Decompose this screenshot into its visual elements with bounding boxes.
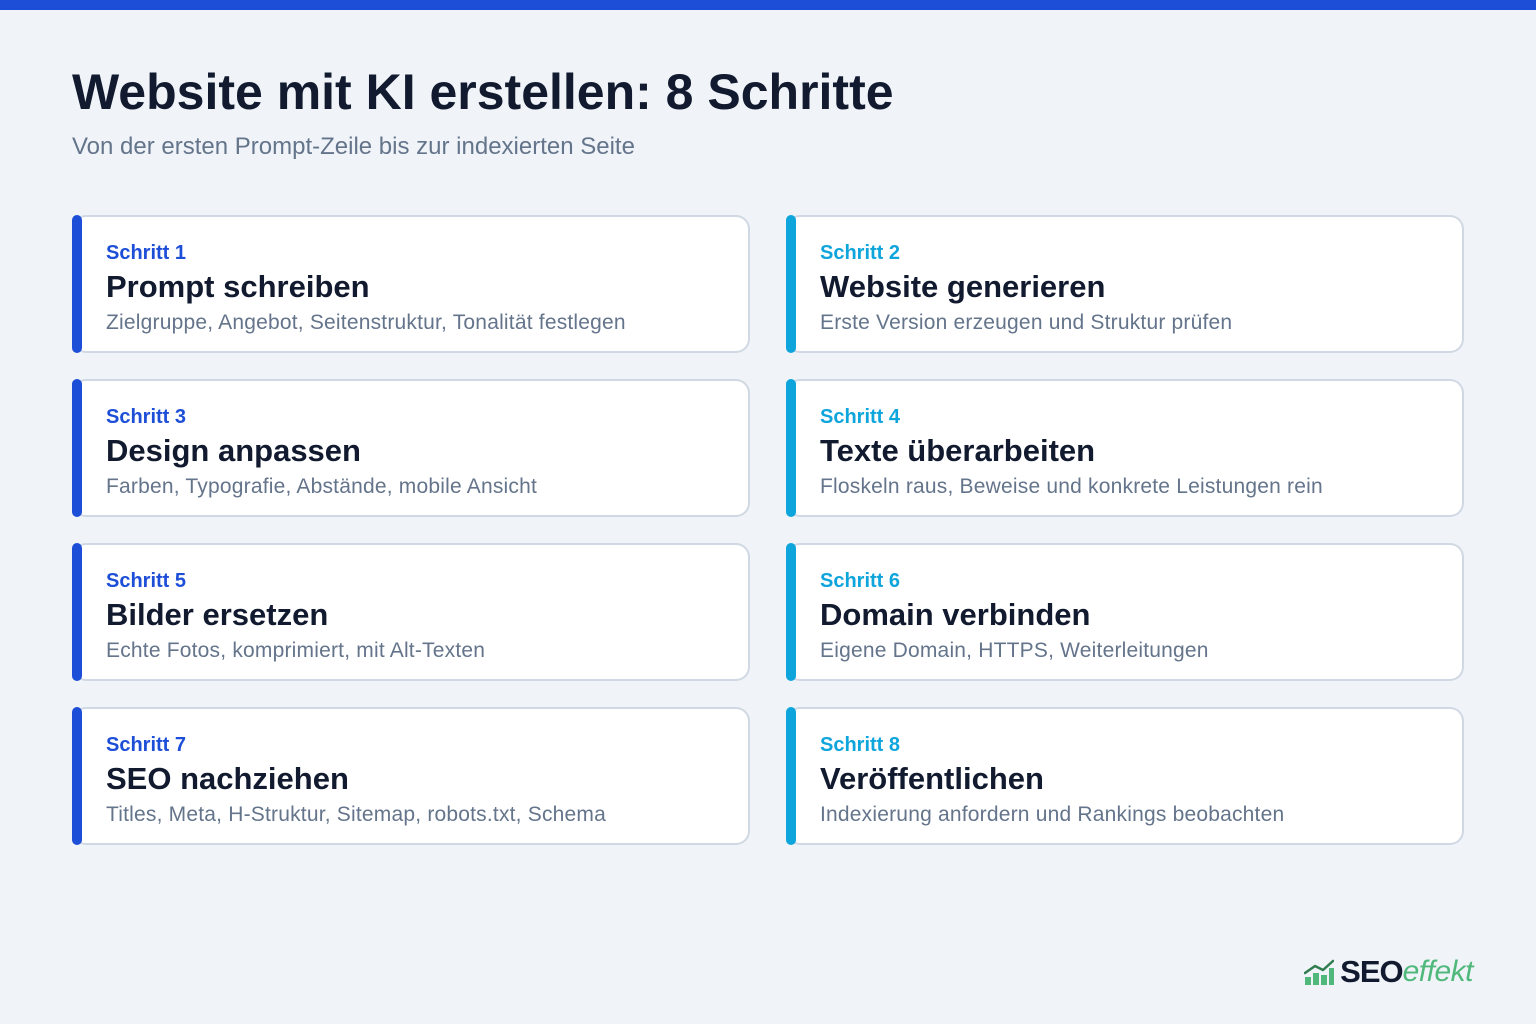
step-accent-bar [786, 215, 796, 353]
page-title: Website mit KI erstellen: 8 Schritte [72, 64, 894, 120]
step-number: Schritt 6 [820, 570, 901, 592]
step-number: Schritt 1 [106, 242, 187, 264]
step-title: Bilder ersetzen [106, 597, 329, 632]
step-number: Schritt 8 [820, 734, 901, 756]
step-title: Veröffentlichen [820, 761, 1044, 796]
step-card-6: Schritt 6 Domain verbinden Eigene Domain… [786, 543, 1464, 681]
step-description: Erste Version erzeugen und Struktur prüf… [820, 311, 1233, 334]
step-description: Eigene Domain, HTTPS, Weiterleitungen [820, 639, 1209, 662]
step-number: Schritt 4 [820, 406, 901, 428]
step-accent-bar [786, 543, 796, 681]
steps-grid: Schritt 1 Prompt schreiben Zielgruppe, A… [72, 215, 1464, 845]
step-description: Titles, Meta, H-Struktur, Sitemap, robot… [106, 803, 606, 826]
step-title: Texte überarbeiten [820, 433, 1096, 468]
step-card-4: Schritt 4 Texte überarbeiten Floskeln ra… [786, 379, 1464, 517]
step-card-8: Schritt 8 Veröffentlichen Indexierung an… [786, 707, 1464, 845]
brand-logo: SEO effekt [1304, 952, 1474, 992]
step-card-2: Schritt 2 Website generieren Erste Versi… [786, 215, 1464, 353]
step-card-1: Schritt 1 Prompt schreiben Zielgruppe, A… [72, 215, 750, 353]
step-accent-bar [786, 379, 796, 517]
step-description: Floskeln raus, Beweise und konkrete Leis… [820, 475, 1323, 498]
step-accent-bar [72, 543, 82, 681]
step-number: Schritt 5 [106, 570, 187, 592]
step-accent-bar [72, 707, 82, 845]
step-accent-bar [786, 707, 796, 845]
logo-text-seo: SEO [1340, 954, 1403, 989]
step-description: Echte Fotos, komprimiert, mit Alt-Texten [106, 639, 486, 662]
step-title: Website generieren [820, 269, 1106, 304]
step-card-5: Schritt 5 Bilder ersetzen Echte Fotos, k… [72, 543, 750, 681]
step-number: Schritt 7 [106, 734, 187, 756]
step-card-7: Schritt 7 SEO nachziehen Titles, Meta, H… [72, 707, 750, 845]
step-number: Schritt 2 [820, 242, 901, 264]
step-description: Zielgruppe, Angebot, Seitenstruktur, Ton… [106, 311, 626, 334]
step-card-3: Schritt 3 Design anpassen Farben, Typogr… [72, 379, 750, 517]
step-title: Design anpassen [106, 433, 361, 468]
step-number: Schritt 3 [106, 406, 187, 428]
logo-text-effekt: effekt [1402, 955, 1474, 988]
top-accent-bar [0, 0, 1536, 10]
step-title: SEO nachziehen [106, 761, 349, 796]
step-title: Domain verbinden [820, 597, 1091, 632]
step-title: Prompt schreiben [106, 269, 370, 304]
page-subtitle: Von der ersten Prompt-Zeile bis zur inde… [72, 133, 635, 160]
step-accent-bar [72, 215, 82, 353]
step-description: Indexierung anfordern und Rankings beoba… [820, 803, 1285, 826]
step-accent-bar [72, 379, 82, 517]
step-description: Farben, Typografie, Abstände, mobile Ans… [106, 475, 538, 498]
bar-chart-trend-icon [1304, 959, 1335, 985]
